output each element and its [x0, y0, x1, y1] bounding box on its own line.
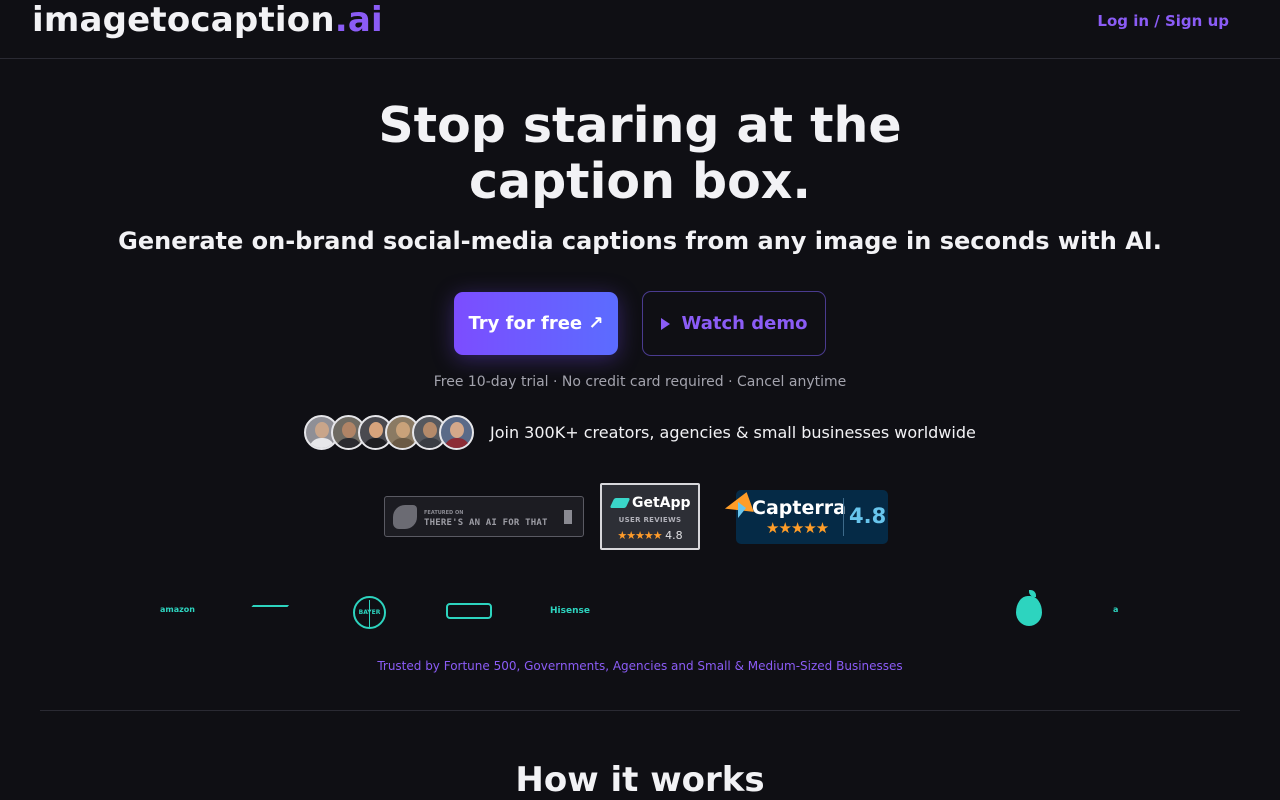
- getapp-stars-icon: ★★★★★: [617, 529, 662, 542]
- watch-demo-label: Watch demo: [681, 313, 808, 334]
- how-it-works-heading: How it works: [515, 760, 765, 800]
- hero-subtitle: Generate on-brand social-media captions …: [118, 227, 1162, 255]
- watch-demo-button[interactable]: Watch demo: [642, 291, 826, 356]
- aift-name: THERE'S AN AI FOR THAT: [424, 518, 548, 528]
- bayer-logo: BAYER: [353, 596, 386, 629]
- hisense-logo: Hisense: [550, 606, 590, 616]
- theres-an-ai-for-that-badge[interactable]: FEATURED ON THERE'S AN AI FOR THAT: [384, 496, 584, 537]
- wordmark-logo: [446, 603, 492, 619]
- bookmark-icon: [564, 510, 572, 524]
- capterra-name: Capterra: [752, 497, 846, 519]
- site-header: imagetocaption.ai Log in / Sign up: [0, 0, 1280, 59]
- amazon-logo: amazon: [160, 605, 195, 614]
- trusted-by-text: Trusted by Fortune 500, Governments, Age…: [377, 659, 903, 673]
- capterra-stars-icon: ★★★★★: [766, 519, 829, 537]
- play-icon: [660, 317, 670, 330]
- trial-note: Free 10-day trial · No credit card requi…: [433, 374, 847, 390]
- login-signup-link[interactable]: Log in / Sign up: [1097, 12, 1229, 30]
- getapp-rating: ★★★★★ 4.8: [602, 529, 698, 542]
- apple-logo: [1016, 590, 1042, 626]
- airline-logo: [248, 605, 290, 610]
- getapp-mark-icon: [609, 498, 631, 508]
- capterra-rating-value: 4.8: [849, 504, 887, 528]
- partial-logo: a: [1113, 605, 1119, 614]
- try-for-free-label: Try for free ↗: [468, 313, 604, 334]
- section-divider: [40, 710, 1240, 711]
- try-for-free-button[interactable]: Try for free ↗: [454, 292, 618, 355]
- avatar: [439, 415, 474, 450]
- brand-logo[interactable]: imagetocaption.ai: [32, 0, 383, 40]
- getapp-user-reviews-label: USER REVIEWS: [618, 516, 682, 524]
- getapp-logo: GetApp: [609, 495, 691, 511]
- join-text: Join 300K+ creators, agencies & small bu…: [490, 423, 976, 442]
- avatar-stack: [304, 415, 474, 451]
- bayer-logo-text: BAYER: [358, 609, 381, 616]
- flexed-arm-icon: [393, 505, 417, 529]
- capterra-arrow-accent: [738, 502, 746, 518]
- brand-tld: .ai: [334, 0, 383, 40]
- hero-title-line-1: Stop staring at the: [378, 97, 902, 154]
- hero-title-line-2: caption box.: [469, 153, 811, 210]
- capterra-divider: [843, 498, 844, 536]
- getapp-rating-value: 4.8: [665, 529, 683, 542]
- aift-featured-label: FEATURED ON: [424, 510, 464, 516]
- capterra-badge[interactable]: Capterra ★★★★★ 4.8: [722, 490, 888, 544]
- getapp-name: GetApp: [632, 495, 691, 511]
- getapp-badge[interactable]: GetApp USER REVIEWS ★★★★★ 4.8: [600, 483, 700, 550]
- hero-title: Stop staring at the caption box.: [0, 98, 1280, 210]
- brand-name: imagetocaption: [32, 0, 335, 40]
